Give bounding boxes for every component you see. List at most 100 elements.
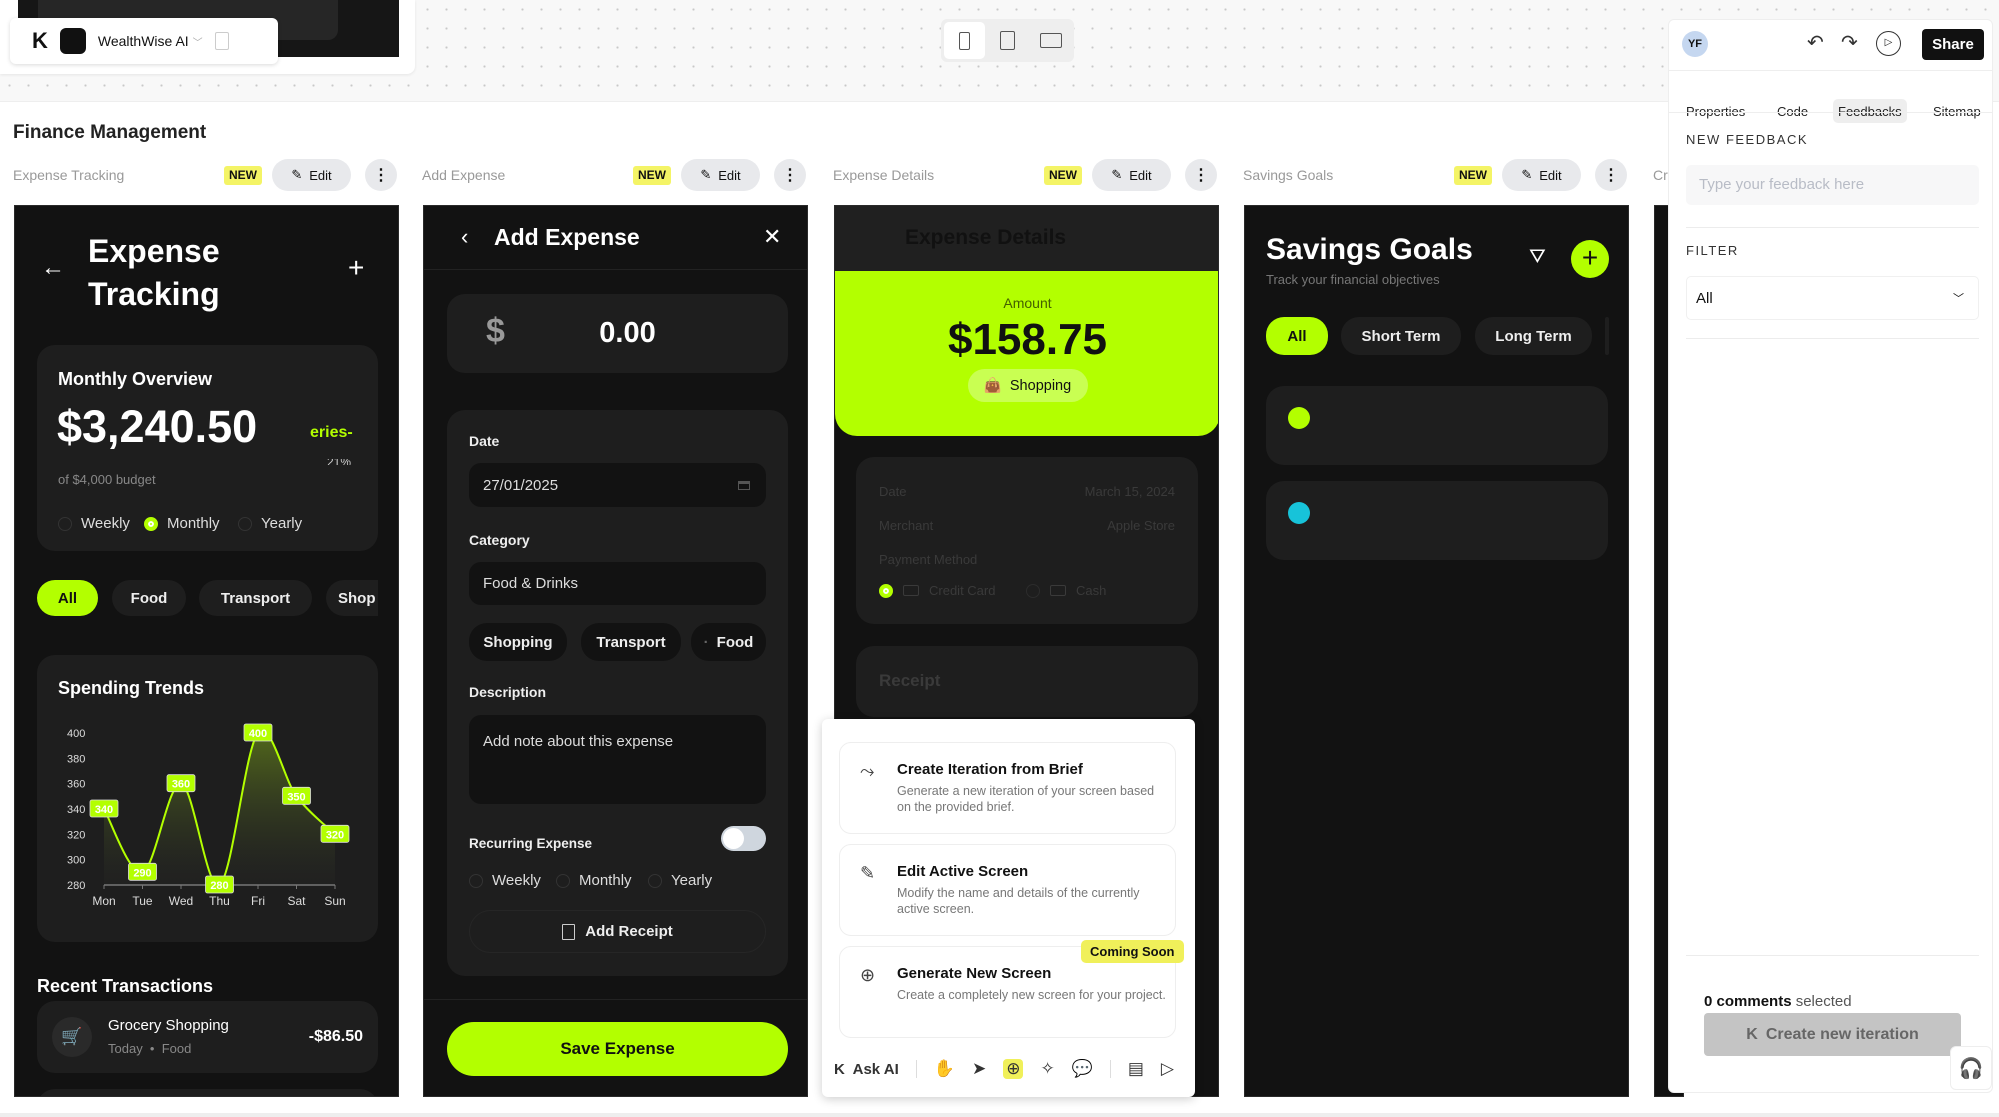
back-chevron-icon[interactable]: ‹ bbox=[461, 224, 468, 250]
filter-icon[interactable]: ⛛ bbox=[1529, 246, 1546, 269]
goal-card[interactable] bbox=[1266, 386, 1608, 465]
project-name-dropdown[interactable]: WealthWise AI ﹀ bbox=[98, 33, 203, 49]
payment-credit-card[interactable]: Credit Card bbox=[879, 583, 995, 598]
ask-ai-button[interactable]: K Ask AI bbox=[834, 1061, 899, 1078]
undo-icon[interactable]: ↶ bbox=[1807, 30, 1824, 55]
screen-expense-tracking[interactable]: ← Expense Tracking + Monthly Overview $3,… bbox=[14, 205, 399, 1097]
chip-long-term[interactable]: Long Term bbox=[1475, 317, 1592, 355]
calendar-icon[interactable] bbox=[738, 480, 750, 490]
tablet-icon bbox=[1000, 31, 1015, 50]
category-input[interactable]: Food & Drinks bbox=[469, 562, 766, 605]
menu-item-edit-screen[interactable]: ✎ Edit Active Screen Modify the name and d… bbox=[839, 844, 1176, 936]
more-options-button[interactable]: ⋮ bbox=[1595, 159, 1627, 191]
chip-shopping[interactable]: Shopping bbox=[469, 623, 567, 661]
monthly-overview-card: Monthly Overview $3,240.50 eries- 21% of… bbox=[37, 345, 378, 551]
filter-select[interactable]: All ﹀ bbox=[1686, 276, 1979, 320]
period-radio[interactable]: Monthly bbox=[144, 515, 220, 532]
screen-add-expense[interactable]: ‹ Add Expense ✕ $ 0.00 Date 27/01/2025 C… bbox=[423, 205, 808, 1097]
screen-label[interactable]: Cr bbox=[1653, 167, 1668, 183]
panel-tab[interactable]: Feedbacks bbox=[1833, 99, 1907, 123]
chip-transport[interactable]: Transport bbox=[581, 623, 681, 661]
add-circle-icon[interactable]: ⊕ bbox=[1003, 1059, 1024, 1079]
sparkle-icon[interactable]: ✧ bbox=[1040, 1059, 1054, 1079]
receipt-icon bbox=[562, 923, 576, 940]
transaction-item[interactable] bbox=[37, 1089, 378, 1096]
layout-icon[interactable]: ▤ bbox=[1128, 1059, 1144, 1079]
edit-screen-button[interactable]: ✎ Edit bbox=[1092, 159, 1171, 191]
radio-indicator bbox=[556, 873, 570, 888]
screen-label[interactable]: Expense Tracking bbox=[13, 167, 124, 183]
device-tablet-button[interactable] bbox=[987, 22, 1028, 59]
chip-clipped[interactable] bbox=[1605, 317, 1609, 355]
screen-label[interactable]: Expense Details bbox=[833, 167, 934, 183]
close-icon[interactable]: ✕ bbox=[763, 224, 781, 250]
y-tick-label: 280 bbox=[67, 880, 85, 892]
add-receipt-button[interactable]: Add Receipt bbox=[469, 910, 766, 953]
sidebar-toggle-icon[interactable] bbox=[214, 32, 229, 50]
avatar[interactable]: YF bbox=[1682, 31, 1708, 57]
screen-savings-goals[interactable]: Savings Goals Track your financial objec… bbox=[1244, 205, 1629, 1097]
edit-screen-button[interactable]: ✎ Edit bbox=[272, 159, 351, 191]
add-icon[interactable]: + bbox=[348, 252, 364, 284]
menu-item-create-iteration[interactable]: ⤳ Create Iteration from Brief Generate a n… bbox=[839, 742, 1176, 834]
more-options-button[interactable]: ⋮ bbox=[365, 159, 397, 191]
category-chip[interactable]: Shop bbox=[326, 580, 378, 616]
right-panel: YF ↶ ↷ ▷ Share Properties Code Feedbacks Si… bbox=[1668, 19, 1993, 1093]
recurring-toggle[interactable] bbox=[721, 826, 766, 851]
recurring-period-radio[interactable]: Monthly bbox=[556, 872, 632, 889]
screen-label[interactable]: Add Expense bbox=[422, 167, 505, 183]
project-name: WealthWise AI bbox=[97, 33, 189, 49]
chip-all[interactable]: All bbox=[1266, 317, 1328, 355]
period-label: Weekly bbox=[81, 515, 130, 532]
play-icon[interactable]: ▷ bbox=[1161, 1059, 1174, 1079]
date-value: March 15, 2024 bbox=[1084, 484, 1175, 499]
back-arrow-icon[interactable]: ← bbox=[41, 254, 65, 282]
hand-icon[interactable]: ✋ bbox=[934, 1059, 955, 1079]
chevron-down-icon: ﹀ bbox=[192, 38, 203, 49]
panel-tab[interactable]: Properties bbox=[1681, 99, 1750, 123]
pencil-icon: ✎ bbox=[291, 167, 303, 182]
save-expense-button[interactable]: Save Expense bbox=[447, 1022, 788, 1076]
comment-icon[interactable]: 💬 bbox=[1072, 1059, 1093, 1079]
project-logo-icon bbox=[59, 28, 86, 54]
category-chip[interactable]: Food bbox=[112, 580, 186, 616]
create-iteration-button[interactable]: K Create new iteration bbox=[1704, 1013, 1961, 1056]
comments-suffix: selected bbox=[1795, 993, 1852, 1010]
period-radio[interactable]: Weekly bbox=[58, 515, 130, 532]
category-label: Category bbox=[469, 532, 530, 548]
recurring-period-radio[interactable]: Yearly bbox=[648, 872, 712, 889]
period-label: Monthly bbox=[167, 515, 220, 532]
edit-screen-button[interactable]: ✎ Edit bbox=[681, 159, 760, 191]
page-title: Finance Management bbox=[13, 122, 207, 143]
category-chip[interactable]: All bbox=[37, 580, 98, 616]
screen-label[interactable]: Savings Goals bbox=[1243, 167, 1333, 183]
device-desktop-button[interactable] bbox=[1030, 22, 1071, 59]
redo-icon[interactable]: ↷ bbox=[1841, 30, 1858, 55]
edit-screen-button[interactable]: ✎ Edit bbox=[1502, 159, 1581, 191]
merchant-value: Apple Store bbox=[1107, 518, 1175, 533]
ask-ai-label: Ask AI bbox=[852, 1060, 899, 1078]
pointer-icon[interactable]: ➤ bbox=[972, 1059, 986, 1079]
panel-tab[interactable]: Sitemap bbox=[1928, 99, 1986, 123]
chip-food[interactable]: · Food bbox=[691, 623, 766, 661]
payment-cash[interactable]: Cash bbox=[1026, 583, 1106, 598]
goal-card[interactable] bbox=[1266, 481, 1608, 560]
device-mobile-button[interactable] bbox=[944, 22, 985, 59]
date-input[interactable]: 27/01/2025 bbox=[469, 463, 766, 507]
amount-input[interactable]: 0.00 bbox=[447, 317, 807, 350]
more-options-button[interactable]: ⋮ bbox=[1185, 159, 1217, 191]
period-radio[interactable]: Yearly bbox=[238, 515, 302, 532]
more-options-button[interactable]: ⋮ bbox=[774, 159, 806, 191]
category-chip[interactable]: Transport bbox=[199, 580, 312, 616]
feedback-input[interactable]: Type your feedback here bbox=[1686, 165, 1979, 205]
recurring-period-radio[interactable]: Weekly bbox=[469, 872, 541, 889]
preview-play-icon[interactable]: ▷ bbox=[1876, 31, 1901, 56]
share-button[interactable]: Share bbox=[1922, 29, 1984, 60]
description-textarea[interactable]: Add note about this expense bbox=[469, 715, 766, 804]
panel-tab[interactable]: Code bbox=[1772, 99, 1813, 123]
transaction-item[interactable]: 🛒 Grocery Shopping Today • Food -$86.50 bbox=[37, 1001, 378, 1073]
chip-short-term[interactable]: Short Term bbox=[1341, 317, 1461, 355]
add-goal-button[interactable]: + bbox=[1571, 240, 1609, 278]
period-label: Yearly bbox=[261, 515, 303, 532]
support-headset-button[interactable]: 🎧 bbox=[1950, 1046, 1992, 1090]
